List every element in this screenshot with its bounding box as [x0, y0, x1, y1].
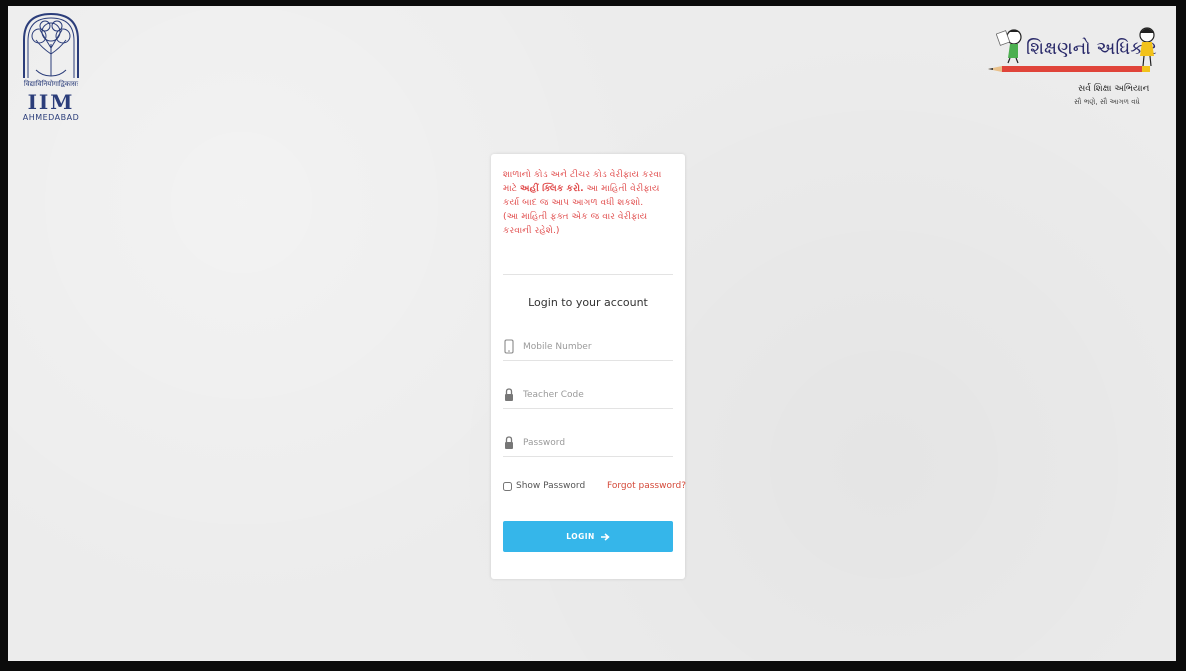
tree-emblem-icon	[23, 12, 79, 78]
iim-letters: IIM	[27, 90, 75, 114]
login-button-label: LOGIN	[566, 532, 595, 541]
iim-city: AHMEDABAD	[22, 113, 80, 122]
mobile-number-input[interactable]	[523, 338, 671, 356]
forgot-password-link[interactable]: Forgot password?	[607, 481, 686, 491]
mobile-phone-icon	[504, 339, 514, 354]
page-background: विद्याविनियोगाद्विकासः IIM AHMEDABAD શિક…	[8, 6, 1176, 661]
boy-reading-icon	[996, 29, 1022, 64]
login-title: Login to your account	[528, 296, 648, 309]
show-password-toggle[interactable]: Show Password	[503, 481, 585, 491]
iim-motto: विद्याविनियोगाद्विकासः	[23, 80, 79, 88]
notice-line-3: (આ માહિતી ફક્ત એક જ વાર વેરીફાય કરવાની ર…	[503, 211, 648, 236]
ssa-logo: શિક્ષણનો અધિકાર સર્વ શિક્ષા અભિયાન સૌ ભણ…	[988, 26, 1168, 126]
show-password-label: Show Password	[516, 481, 586, 491]
teacher-code-field	[503, 384, 673, 409]
show-password-checkbox[interactable]	[503, 481, 512, 491]
lock-icon	[505, 388, 513, 401]
ssa-tagline: સૌ ભણે, સૌ આગળ વધે	[1074, 98, 1140, 106]
divider	[503, 274, 673, 275]
mobile-field	[503, 336, 673, 361]
login-card: શાળાનો કોડ અને ટીચર કોડ વેરીફાય કરવા માટ…	[491, 154, 686, 579]
verify-link[interactable]: અહીં ક્લિક કરો.	[520, 183, 584, 194]
lock-icon	[505, 436, 513, 449]
password-field	[503, 432, 673, 457]
arrow-right-icon	[600, 532, 610, 541]
teacher-code-input[interactable]	[523, 386, 671, 404]
ssa-subtitle: સર્વ શિક્ષા અભિયાન	[1078, 84, 1150, 94]
girl-icon	[1139, 27, 1155, 67]
verify-notice: શાળાનો કોડ અને ટીચર કોડ વેરીફાય કરવા માટ…	[503, 168, 675, 238]
password-input[interactable]	[523, 434, 671, 452]
pencil-icon	[988, 66, 1150, 72]
iim-logo: विद्याविनियोगाद्विकासः IIM AHMEDABAD	[12, 10, 90, 122]
login-button[interactable]: LOGIN	[503, 521, 673, 552]
